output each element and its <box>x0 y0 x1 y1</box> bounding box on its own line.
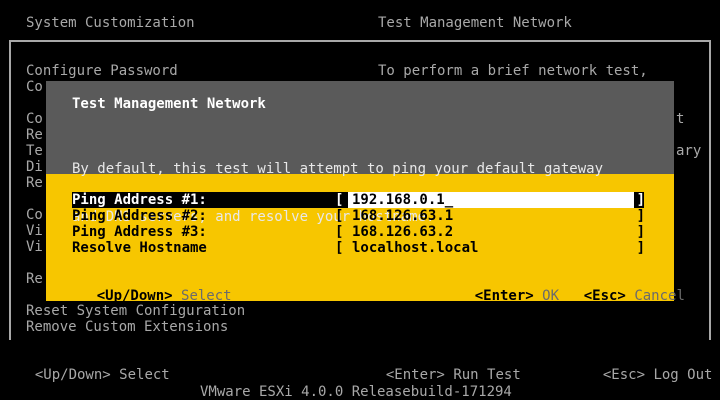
menu-item-restart-network[interactable]: Re <box>26 127 43 143</box>
menu-item-remove-extensions[interactable]: Remove Custom Extensions <box>26 319 228 335</box>
menu-item-configure-keyboard[interactable]: Co <box>26 207 43 223</box>
panel-title: Test Management Network <box>378 15 572 31</box>
menu-item-view-support[interactable]: Vi <box>26 223 43 239</box>
footer-select-hint: <Up/Down> Select <box>18 351 170 383</box>
panel-text-fragment: t <box>676 111 685 127</box>
dialog-description-line: By default, this test will attempt to pi… <box>72 161 604 177</box>
bracket-left: [ <box>335 192 344 208</box>
field-value: 168.126.63.2 <box>352 224 454 240</box>
enter-key: <Enter> <box>474 288 534 304</box>
bracket-left: [ <box>335 224 344 240</box>
menu-item-configure-password[interactable]: Configure Password <box>26 63 178 79</box>
select-action: Select <box>119 367 170 383</box>
menu-item-view-logs[interactable]: Vi <box>26 239 43 255</box>
test-network-dialog: Test Management Network By default, this… <box>45 80 685 304</box>
console-title: System Customization <box>26 15 195 31</box>
dialog-title: Test Management Network <box>72 96 266 112</box>
dialog-header: Test Management Network By default, this… <box>46 81 674 225</box>
menu-item-restart-agents[interactable]: Re <box>26 271 43 287</box>
bracket-right: ] <box>636 224 645 240</box>
field-label: Ping Address #2: <box>72 208 207 224</box>
panel-text-line: To perform a brief network test, <box>378 63 648 79</box>
logout-label: Log Out <box>653 367 713 383</box>
field-row-hostname[interactable]: Resolve Hostname [ localhost.local ] <box>72 240 645 256</box>
updown-key: <Up/Down> <box>96 288 173 304</box>
field-label: Resolve Hostname <box>72 240 207 256</box>
panel-text-fragment: ary <box>676 143 702 159</box>
run-test-label: Run Test <box>453 367 521 383</box>
updown-key: <Up/Down> <box>34 367 111 383</box>
ok-button[interactable]: <Enter> OK <box>441 272 559 320</box>
logout-button[interactable]: <Esc> Log Out <box>586 351 713 383</box>
cancel-button[interactable]: <Esc> Cancel <box>550 272 685 320</box>
select-action: Select <box>181 288 232 304</box>
menu-item-restore[interactable]: Re <box>26 175 43 191</box>
bracket-left: [ <box>335 240 344 256</box>
enter-key: <Enter> <box>385 367 445 383</box>
menu-item-dns[interactable]: Di <box>26 159 43 175</box>
field-row-ping-1[interactable]: Ping Address #1: [ 192.168.0.1_ ] <box>72 192 645 208</box>
field-value: 192.168.0.1_ <box>352 192 454 208</box>
menu-item-configure-network[interactable]: Co <box>26 111 43 127</box>
field-row-ping-3[interactable]: Ping Address #3: [ 168.126.63.2 ] <box>72 224 645 240</box>
esc-key: <Esc> <box>602 367 646 383</box>
bracket-left: [ <box>335 208 344 224</box>
cancel-label: Cancel <box>634 288 685 304</box>
field-label: Ping Address #1: <box>72 192 207 208</box>
bracket-right: ] <box>636 240 645 256</box>
menu-item-test-network[interactable]: Te <box>26 143 43 159</box>
field-label: Ping Address #3: <box>72 224 207 240</box>
field-value: 168.126.63.1 <box>352 208 454 224</box>
menu-item-configure-lockdown[interactable]: Co <box>26 79 43 95</box>
bracket-right: ] <box>636 192 645 208</box>
field-row-ping-2[interactable]: Ping Address #2: [ 168.126.63.1 ] <box>72 208 645 224</box>
bracket-right: ] <box>636 208 645 224</box>
run-test-button[interactable]: <Enter> Run Test <box>369 351 521 383</box>
esc-key: <Esc> <box>583 288 626 304</box>
text-cursor: _ <box>444 192 454 208</box>
dialog-select-hint: <Up/Down> Select <box>63 272 232 320</box>
field-value: localhost.local <box>352 240 479 256</box>
version-status: VMware ESXi 4.0.0 Releasebuild-171294 <box>200 384 512 400</box>
